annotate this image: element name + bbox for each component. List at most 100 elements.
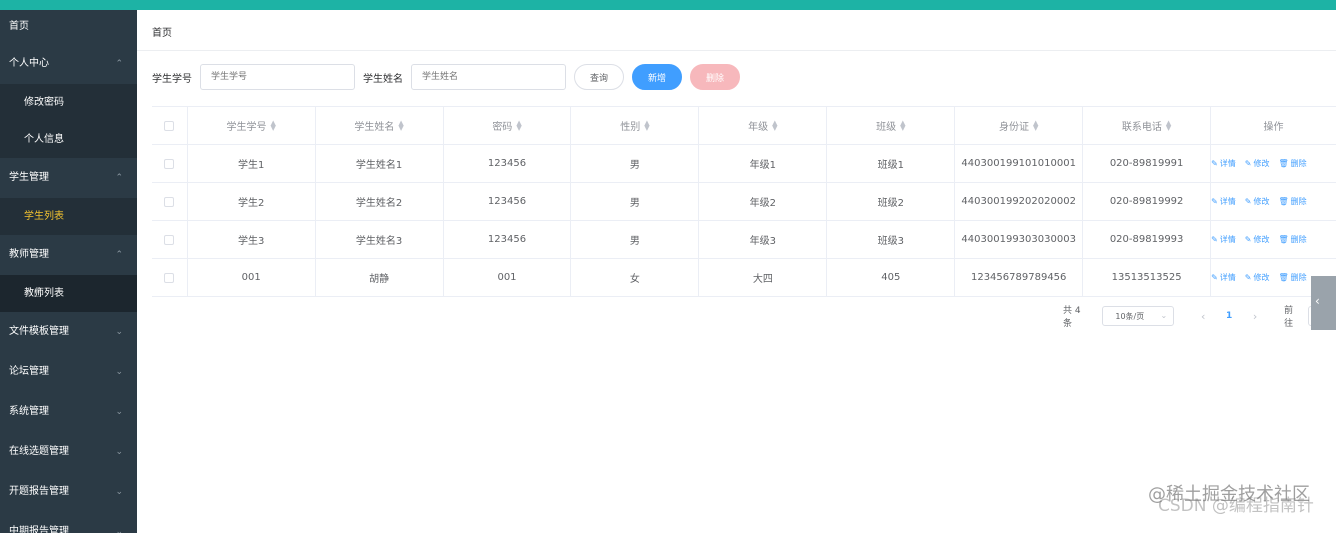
sort-icon[interactable]: ▲ ▼	[1033, 119, 1038, 131]
detail-button[interactable]: ✎ 详情	[1211, 196, 1236, 207]
next-page-icon[interactable]: ›	[1244, 310, 1266, 323]
sidebar-item-0[interactable]: 首页	[0, 10, 137, 44]
sidebar-item-6[interactable]: 教师管理 ⌃	[0, 235, 137, 275]
action-label: 修改	[1253, 273, 1270, 282]
table-cell: 女	[571, 259, 700, 296]
column-header[interactable]: 学生姓名 ▲ ▼	[316, 107, 444, 144]
sort-icon[interactable]: ▲ ▼	[1166, 119, 1171, 131]
chevron-up-icon: ⌃	[115, 59, 123, 69]
table-row: 学生2 学生姓名2 123456 男年级2 班级2 440300199202020002 0…	[152, 183, 1336, 221]
sidebar-item-label: 在线选题管理	[9, 446, 69, 457]
chevron-down-icon: ⌄	[115, 327, 123, 337]
student-name-input[interactable]	[411, 64, 566, 90]
student-name-label: 学生姓名	[363, 73, 403, 85]
delete-row-button[interactable]: 🗑 删除	[1278, 234, 1306, 245]
action-label: 修改	[1253, 197, 1270, 206]
sidebar-item-10[interactable]: 系统管理 ⌄	[0, 392, 137, 432]
query-button[interactable]: 查询	[574, 64, 624, 90]
student-table: 学生学号 ▲ ▼ 学生姓名 ▲ ▼ 密码 ▲ ▼ 性别 ▲ ▼ 年级 ▲ ▼ 班级 ▲ ▼ 身份证 ▲ ▼ 联系电话 ▲ ▼ 操…	[152, 106, 1336, 297]
chevron-down-icon: ⌄	[115, 367, 123, 377]
column-header[interactable]: 性别 ▲ ▼	[571, 107, 700, 144]
edit-button[interactable]: ✎ 修改	[1245, 272, 1270, 283]
row-checkbox[interactable]	[164, 234, 175, 245]
sort-icon[interactable]: ▲ ▼	[772, 119, 777, 131]
row-checkbox[interactable]	[164, 158, 175, 169]
column-header[interactable]: 联系电话 ▲ ▼	[1083, 107, 1212, 144]
sidebar-item-11[interactable]: 在线选题管理 ⌄	[0, 432, 137, 472]
trash-icon: 🗑	[1278, 159, 1289, 168]
edit-button[interactable]: ✎ 修改	[1245, 234, 1270, 245]
detail-button[interactable]: ✎ 详情	[1211, 158, 1236, 169]
detail-button[interactable]: ✎ 详情	[1211, 234, 1236, 245]
sort-icon[interactable]: ▲ ▼	[270, 119, 275, 131]
detail-button[interactable]: ✎ 详情	[1211, 272, 1236, 283]
table-header-row: 学生学号 ▲ ▼ 学生姓名 ▲ ▼ 密码 ▲ ▼ 性别 ▲ ▼ 年级 ▲ ▼ 班级 ▲ ▼ 身份证 ▲ ▼ 联系电话 ▲ ▼ 操…	[152, 107, 1336, 145]
row-checkbox[interactable]	[164, 196, 175, 207]
column-header[interactable]: 年级 ▲ ▼	[699, 107, 828, 144]
side-drawer-tab[interactable]: ‹	[1311, 276, 1336, 330]
action-label: 修改	[1253, 159, 1270, 168]
chevron-down-icon: ⌄	[115, 487, 123, 497]
sidebar-item-label: 个人中心	[9, 58, 49, 69]
column-header-label: 身份证	[999, 122, 1029, 133]
page-number[interactable]: 1	[1218, 311, 1240, 321]
add-button[interactable]: 新增	[632, 64, 682, 90]
sidebar-item-8[interactable]: 文件模板管理 ⌄	[0, 312, 137, 352]
student-id-input[interactable]	[200, 64, 355, 90]
sort-icon[interactable]: ▲ ▼	[644, 119, 649, 131]
prev-page-icon[interactable]: ‹	[1192, 310, 1214, 323]
row-checkbox[interactable]	[164, 272, 175, 283]
chevron-down-icon: ⌄	[115, 527, 123, 533]
edit-icon: ✎	[1211, 197, 1218, 206]
search-bar: 学生学号 学生姓名 查询 新增 删除	[152, 64, 748, 90]
select-all-checkbox[interactable]	[164, 120, 175, 131]
pointer-cursor-icon: ☝	[33, 285, 42, 301]
sort-icon[interactable]: ▲ ▼	[516, 119, 521, 131]
table-cell: 胡静	[316, 259, 444, 296]
column-header[interactable]: 学生学号 ▲ ▼	[188, 107, 316, 144]
sidebar-item-label: 首页	[9, 21, 29, 32]
sort-icon[interactable]: ▲ ▼	[900, 119, 905, 131]
sidebar-item-label: 文件模板管理	[9, 326, 69, 337]
delete-row-button[interactable]: 🗑 删除	[1278, 196, 1306, 207]
table-row: 学生3 学生姓名3 123456 男年级3 班级3 440300199303030003 0…	[152, 221, 1336, 259]
column-header[interactable]: 班级 ▲ ▼	[827, 107, 956, 144]
sidebar-item-label: 论坛管理	[9, 366, 49, 377]
sidebar-subitem-3[interactable]: 个人信息	[0, 121, 137, 158]
edit-button[interactable]: ✎ 修改	[1245, 158, 1270, 169]
sidebar-item-1[interactable]: 个人中心 ⌃	[0, 44, 137, 84]
sidebar-item-12[interactable]: 开题报告管理 ⌄	[0, 472, 137, 512]
sidebar-item-label: 学生列表	[24, 211, 64, 222]
delete-button[interactable]: 删除	[690, 64, 740, 90]
action-label: 详情	[1219, 197, 1236, 206]
column-header: 操作	[1211, 107, 1336, 144]
sidebar-item-4[interactable]: 学生管理 ⌃	[0, 158, 137, 198]
table-cell: 班级2	[827, 183, 956, 220]
sidebar-subitem-7[interactable]: 教师列表	[0, 275, 137, 312]
sort-icon[interactable]: ▲ ▼	[398, 119, 403, 131]
column-header[interactable]: 身份证 ▲ ▼	[955, 107, 1084, 144]
chevron-up-icon: ⌃	[115, 250, 123, 260]
sidebar-item-13[interactable]: 中期报告管理 ⌄	[0, 512, 137, 533]
delete-row-button[interactable]: 🗑 删除	[1278, 272, 1306, 283]
row-actions: ✎ 详情 ✎ 修改 🗑 删除	[1211, 221, 1336, 258]
sidebar-item-9[interactable]: 论坛管理 ⌄	[0, 352, 137, 392]
column-header-label: 联系电话	[1121, 122, 1162, 133]
table-cell: 年级3	[699, 221, 828, 258]
watermark-csdn: CSDN @编程指南针	[1158, 496, 1314, 516]
table-cell: 001	[188, 259, 316, 296]
table-cell: 学生3	[188, 221, 316, 258]
total-count: 共 4 条	[1063, 306, 1081, 329]
sidebar-item-label: 修改密码	[24, 97, 64, 108]
table-cell: 001	[444, 259, 572, 296]
sidebar-subitem-5[interactable]: 学生列表	[0, 198, 137, 235]
column-header[interactable]: 密码 ▲ ▼	[444, 107, 572, 144]
table-cell: 020-89819992	[1083, 183, 1212, 220]
breadcrumb[interactable]: 首页	[152, 24, 172, 39]
sidebar-subitem-2[interactable]: 修改密码	[0, 84, 137, 121]
delete-row-button[interactable]: 🗑 删除	[1278, 158, 1306, 169]
action-label: 详情	[1219, 235, 1236, 244]
column-header-label: 学生学号	[226, 122, 267, 133]
edit-button[interactable]: ✎ 修改	[1245, 196, 1270, 207]
page-size-select[interactable]: 10条/页 ⌄	[1102, 306, 1175, 326]
